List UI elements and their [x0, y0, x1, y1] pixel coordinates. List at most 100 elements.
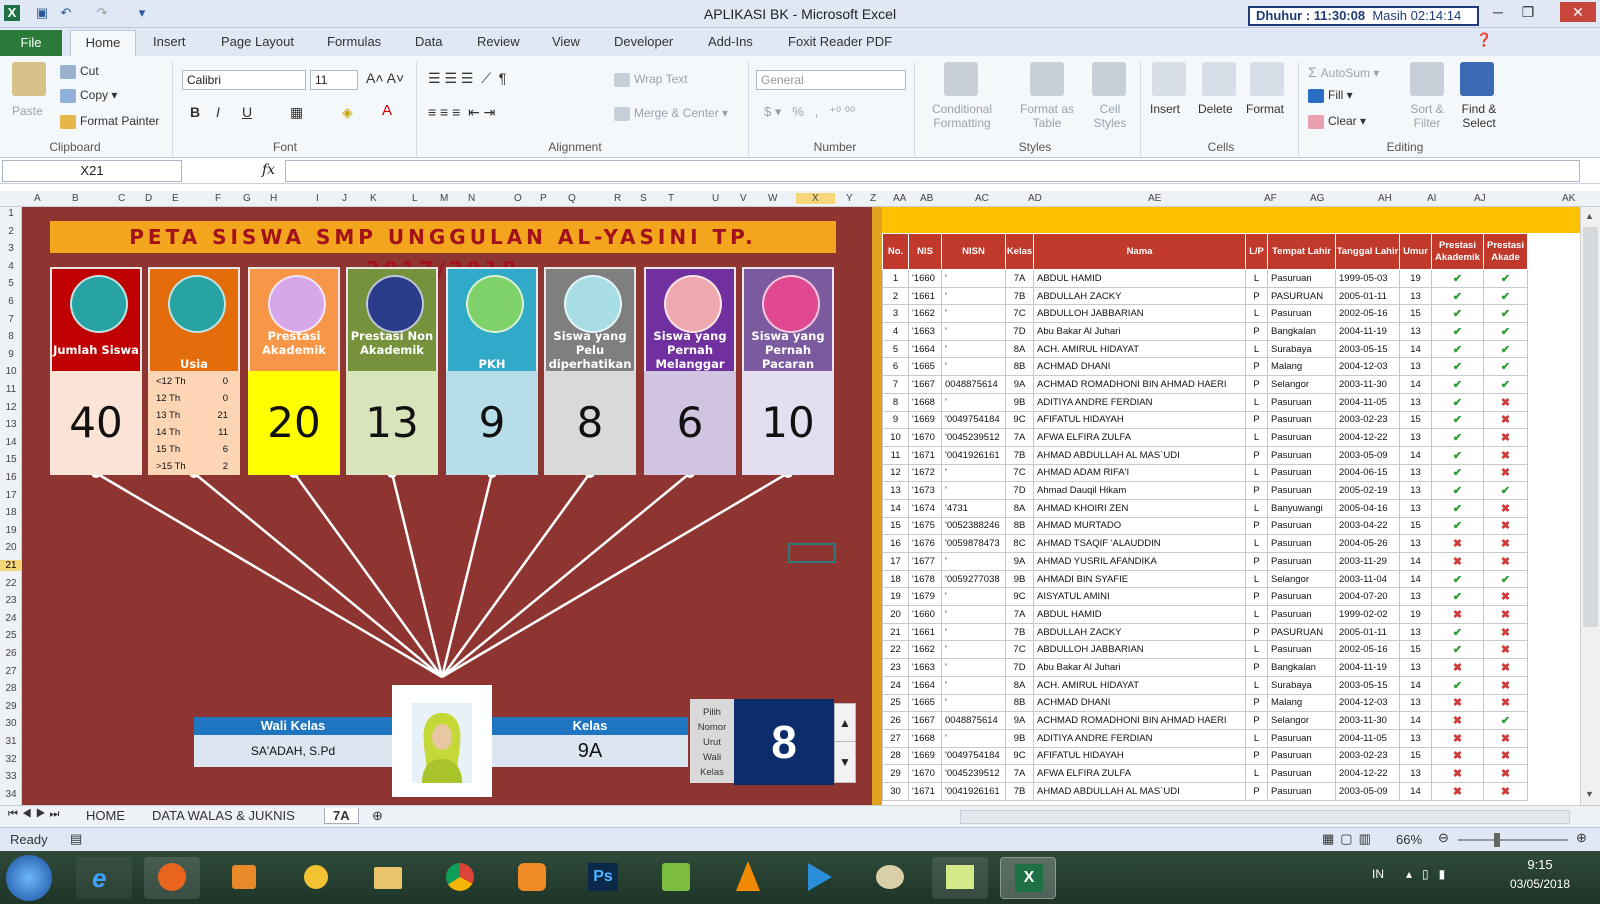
table-cell[interactable]: '1678 [908, 569, 942, 589]
table-column-header[interactable]: Tempat Lahir [1267, 233, 1336, 270]
view-mode-icons[interactable]: ▦▢▥ [1322, 831, 1377, 847]
vlc-icon[interactable] [720, 857, 776, 899]
check-icon[interactable]: ✔ [1431, 675, 1484, 695]
tools-icon[interactable] [288, 857, 344, 899]
cross-icon[interactable]: ✖ [1431, 534, 1484, 553]
font-color-icon[interactable]: A [382, 102, 392, 119]
table-row[interactable]: 25'1665 ' 8B ACHMAD DHANI P Malang 2004-12-03 1… [882, 693, 1528, 713]
check-icon[interactable]: ✔ [1483, 569, 1528, 589]
table-cell[interactable]: 9B [1005, 392, 1034, 412]
cross-icon[interactable]: ✖ [1483, 728, 1528, 748]
table-cell[interactable]: 9C [1005, 746, 1034, 766]
table-cell[interactable]: ' [941, 463, 1006, 483]
table-cell[interactable]: 13 [1399, 728, 1432, 748]
table-cell[interactable]: 19 [1399, 269, 1432, 288]
table-cell[interactable]: ' [941, 658, 1006, 677]
column-header[interactable]: A [34, 193, 41, 204]
check-icon[interactable]: ✔ [1431, 428, 1484, 447]
table-cell[interactable]: '0052388246 [941, 516, 1006, 536]
column-header[interactable]: AH [1378, 193, 1392, 204]
table-cell[interactable]: Selangor [1267, 375, 1336, 394]
check-icon[interactable]: ✔ [1431, 392, 1484, 412]
table-cell[interactable]: Pasuruan [1267, 534, 1336, 553]
row-header[interactable]: 29 [0, 701, 22, 712]
paste-button[interactable]: Paste [12, 104, 43, 118]
grow-font-icon[interactable]: A˄ A˅ [366, 70, 404, 86]
table-cell[interactable]: '4731 [941, 498, 1006, 518]
table-cell[interactable]: 2003-05-15 [1335, 339, 1400, 359]
close-button[interactable]: ✕ [1560, 2, 1596, 22]
table-row[interactable]: 21'1661 ' 7B ABDULLAH ZACKY P PASURUAN 2005-01… [882, 622, 1528, 642]
binoculars-icon[interactable] [1460, 62, 1494, 96]
table-cell[interactable]: 19 [882, 587, 909, 607]
check-icon[interactable]: ✔ [1431, 463, 1484, 483]
table-cell[interactable]: Pasuruan [1267, 392, 1336, 412]
table-cell[interactable]: '1665 [908, 357, 942, 377]
table-cell[interactable]: '1663 [908, 658, 942, 677]
table-cell[interactable]: P [1245, 781, 1268, 801]
cross-icon[interactable]: ✖ [1483, 764, 1528, 783]
photoshop-icon[interactable]: Ps [576, 857, 632, 899]
table-cell[interactable]: AHMAD KHOIRI ZEN [1033, 498, 1246, 518]
cell-styles-button[interactable]: Cell Styles [1086, 102, 1134, 130]
table-cell[interactable]: ACHMAD DHANI [1033, 357, 1246, 377]
table-row[interactable]: 2'1661 ' 7B ABDULLAH ZACKY P PASURUAN 2005-01-… [882, 286, 1528, 306]
column-header[interactable]: AD [1028, 193, 1042, 204]
table-cell[interactable]: ABDUL HAMID [1033, 269, 1246, 288]
table-cell[interactable]: 14 [1399, 375, 1432, 394]
table-cell[interactable]: 2004-12-03 [1335, 693, 1400, 713]
table-cell[interactable]: '1674 [908, 498, 942, 518]
table-cell[interactable]: 28 [882, 746, 909, 766]
check-icon[interactable]: ✔ [1483, 322, 1528, 341]
cross-icon[interactable]: ✖ [1483, 781, 1528, 801]
table-cell[interactable]: '1662 [908, 304, 942, 324]
table-cell[interactable]: L [1245, 304, 1268, 324]
table-cell[interactable]: P [1245, 445, 1268, 465]
table-row[interactable]: 4'1663 ' 7D Abu Bakar Al Juhari P Bangkalan 20… [882, 322, 1528, 341]
table-cell[interactable]: 2002-05-16 [1335, 640, 1400, 660]
tray-icons[interactable]: ▴▯▮ [1406, 867, 1455, 881]
table-column-header[interactable]: NIS [908, 233, 942, 270]
tab-page-layout[interactable]: Page Layout [221, 34, 294, 49]
column-header[interactable]: Z [870, 193, 876, 204]
horizontal-scrollbar[interactable] [960, 810, 1570, 824]
row-header[interactable]: 1 [0, 208, 22, 219]
check-icon[interactable]: ✔ [1483, 357, 1528, 377]
firefox-icon[interactable] [144, 857, 200, 899]
column-header[interactable]: AG [1310, 193, 1324, 204]
check-icon[interactable]: ✔ [1431, 322, 1484, 341]
table-cell[interactable]: 13 [1399, 392, 1432, 412]
table-cell[interactable]: 13 [1399, 622, 1432, 642]
cross-icon[interactable]: ✖ [1483, 693, 1528, 713]
table-cell[interactable]: 10 [882, 428, 909, 447]
table-cell[interactable]: 22 [882, 640, 909, 660]
number-spinner[interactable]: ▲ ▼ [834, 703, 856, 783]
table-row[interactable]: 13'1673 ' 7D Ahmad Dauqil Hikam P Pasuruan 200… [882, 481, 1528, 500]
table-column-header[interactable]: L/P [1245, 233, 1268, 270]
table-row[interactable]: 24'1664 ' 8A ACH. AMIRUL HIDAYAT L Surabaya 20… [882, 675, 1528, 695]
table-cell[interactable]: P [1245, 746, 1268, 766]
table-row[interactable]: 6'1665 ' 8B ACHMAD DHANI P Malang 2004-12-03 13… [882, 357, 1528, 377]
check-icon[interactable]: ✔ [1483, 339, 1528, 359]
table-cell[interactable]: 20 [882, 605, 909, 624]
cross-icon[interactable]: ✖ [1483, 746, 1528, 766]
table-cell[interactable]: 30 [882, 781, 909, 801]
table-cell[interactable]: ' [941, 605, 1006, 624]
cross-icon[interactable]: ✖ [1483, 622, 1528, 642]
restore-button[interactable]: ❐ [1514, 2, 1542, 22]
table-cell[interactable]: 7A [1005, 269, 1034, 288]
table-row[interactable]: 20'1660 ' 7A ABDUL HAMID L Pasuruan 1999-02-02… [882, 605, 1528, 624]
table-cell[interactable]: 2003-05-09 [1335, 445, 1400, 465]
scroll-down-icon[interactable]: ▼ [1585, 789, 1594, 799]
table-cell[interactable]: 3 [882, 304, 909, 324]
table-cell[interactable]: 2004-11-19 [1335, 322, 1400, 341]
currency-percent-icons[interactable]: $ ▾ % , ⁺⁰ ⁰⁰ [764, 104, 855, 120]
column-header[interactable]: C [118, 193, 125, 204]
table-cell[interactable]: P [1245, 693, 1268, 713]
row-header[interactable]: 8 [0, 331, 22, 342]
table-cell[interactable]: 7A [1005, 428, 1034, 447]
table-row[interactable]: 5'1664 ' 8A ACH. AMIRUL HIDAYAT L Surabaya 200… [882, 339, 1528, 359]
table-cell[interactable]: AFWA ELFIRA ZULFA [1033, 764, 1246, 783]
table-cell[interactable]: P [1245, 552, 1268, 571]
table-cell[interactable]: Pasuruan [1267, 516, 1336, 536]
